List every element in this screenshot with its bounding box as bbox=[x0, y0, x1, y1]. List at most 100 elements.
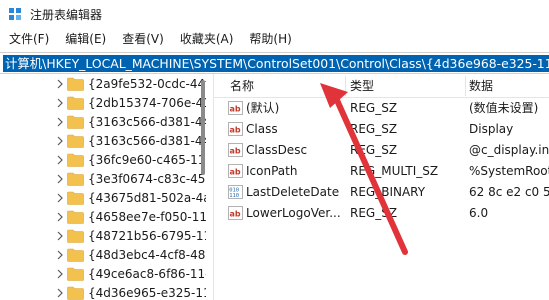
column-header-type[interactable]: 类型 bbox=[350, 78, 374, 94]
string-value-icon: ab bbox=[228, 122, 243, 136]
tree-item-label[interactable]: {3e3f0674-c83c-455 bbox=[88, 171, 206, 188]
menu-help[interactable]: 帮助(H) bbox=[242, 28, 300, 50]
tree-item[interactable]: {43675d81-502a-4a bbox=[0, 189, 206, 208]
chevron-right-icon[interactable] bbox=[55, 98, 65, 108]
string-value-icon: ab bbox=[228, 206, 243, 220]
chevron-right-icon[interactable] bbox=[55, 288, 65, 298]
list-header: 名称 类型 数据 bbox=[214, 74, 549, 98]
tree-item[interactable]: {2a9fe532-0cdc-44f bbox=[0, 75, 206, 94]
value-type: REG_SZ bbox=[350, 122, 398, 136]
chevron-right-icon[interactable] bbox=[55, 212, 65, 222]
svg-text:ab: ab bbox=[230, 147, 241, 156]
menu-favorites[interactable]: 收藏夹(A) bbox=[173, 28, 243, 50]
tree-item[interactable]: {3163c566-d381-44 bbox=[0, 132, 206, 151]
registry-editor-icon bbox=[9, 8, 21, 20]
tree-scrollbar-thumb[interactable] bbox=[201, 80, 205, 175]
value-name: ClassDesc bbox=[246, 143, 308, 157]
tree-item[interactable]: {49ce6ac8-6f86-11c bbox=[0, 265, 206, 284]
value-data: (数值未设置) bbox=[469, 101, 539, 115]
value-type: REG_MULTI_SZ bbox=[350, 164, 439, 178]
value-name: LastDeleteDate bbox=[246, 185, 340, 199]
tree-item-label[interactable]: {4d36e965-e325-11 bbox=[88, 285, 206, 300]
tree-item[interactable]: {48d3ebc4-4cf8-48 bbox=[0, 246, 206, 265]
address-bar[interactable]: 计算机\HKEY_LOCAL_MACHINE\SYSTEM\ControlSet… bbox=[0, 52, 549, 74]
folder-icon bbox=[67, 115, 84, 129]
column-header-data[interactable]: 数据 bbox=[469, 78, 493, 94]
chevron-right-icon[interactable] bbox=[55, 136, 65, 146]
key-tree[interactable]: {2a9fe532-0cdc-44f {2db15374-706e-41 {31… bbox=[0, 74, 206, 300]
value-type: REG_BINARY bbox=[350, 185, 426, 199]
svg-text:ab: ab bbox=[230, 126, 241, 135]
value-data: @c_display.inf bbox=[469, 143, 549, 157]
chevron-right-icon[interactable] bbox=[55, 193, 65, 203]
menu-bar: 文件(F) 编辑(E) 查看(V) 收藏夹(A) 帮助(H) bbox=[0, 28, 549, 50]
folder-icon bbox=[67, 229, 84, 243]
svg-text:110: 110 bbox=[229, 193, 239, 199]
chevron-right-icon[interactable] bbox=[55, 174, 65, 184]
string-value-icon: ab bbox=[228, 143, 243, 157]
binary-value-icon: 010110 bbox=[228, 185, 243, 199]
string-value-icon: ab bbox=[228, 101, 243, 115]
tree-item[interactable]: {2db15374-706e-41 bbox=[0, 94, 206, 113]
value-data: 6.0 bbox=[469, 206, 489, 220]
tree-item-label[interactable]: {48d3ebc4-4cf8-48 bbox=[88, 247, 205, 264]
chevron-right-icon[interactable] bbox=[55, 250, 65, 260]
column-divider[interactable] bbox=[465, 76, 466, 96]
window-title: 注册表编辑器 bbox=[30, 8, 103, 22]
folder-icon bbox=[67, 210, 84, 224]
chevron-right-icon[interactable] bbox=[55, 79, 65, 89]
menu-file[interactable]: 文件(F) bbox=[2, 28, 58, 50]
value-data: 62 8c e2 c0 54 bbox=[469, 185, 549, 199]
values-list[interactable]: 名称 类型 数据 ab (默认) REG_SZ (数值未设置) ab Class… bbox=[214, 74, 549, 300]
chevron-right-icon[interactable] bbox=[55, 231, 65, 241]
menu-edit[interactable]: 编辑(E) bbox=[58, 28, 115, 50]
folder-icon bbox=[67, 286, 84, 300]
tree-item-label[interactable]: {4658ee7e-f050-11c bbox=[88, 209, 206, 226]
value-row[interactable]: 010 110 LastDeleteDate REG_BINARY 62 8c e… bbox=[214, 182, 549, 202]
tree-item[interactable]: {3163c566-d381-44 bbox=[0, 113, 206, 132]
tree-item[interactable]: {4658ee7e-f050-11c bbox=[0, 208, 206, 227]
tree-item-label[interactable]: {48721b56-6795-11 bbox=[88, 228, 206, 245]
column-divider[interactable] bbox=[345, 76, 346, 96]
value-name: IconPath bbox=[246, 164, 298, 178]
tree-item[interactable]: {4d36e965-e325-11 bbox=[0, 284, 206, 300]
tree-item-label[interactable]: {49ce6ac8-6f86-11c bbox=[88, 266, 206, 283]
value-row[interactable]: ab (默认) REG_SZ (数值未设置) bbox=[214, 98, 549, 118]
column-header-name[interactable]: 名称 bbox=[230, 78, 254, 94]
value-name: LowerLogoVer... bbox=[246, 206, 341, 220]
value-row[interactable]: ab ClassDesc REG_SZ @c_display.inf bbox=[214, 140, 549, 160]
tree-item-label[interactable]: {3163c566-d381-44 bbox=[88, 114, 206, 131]
tree-item-label[interactable]: {2db15374-706e-41 bbox=[88, 95, 206, 112]
value-name: Class bbox=[246, 122, 278, 136]
folder-icon bbox=[67, 191, 84, 205]
chevron-right-icon[interactable] bbox=[55, 117, 65, 127]
folder-icon bbox=[67, 77, 84, 91]
svg-text:ab: ab bbox=[230, 105, 241, 114]
title-bar: 注册表编辑器 bbox=[0, 0, 549, 28]
value-type: REG_SZ bbox=[350, 101, 398, 115]
menu-view[interactable]: 查看(V) bbox=[115, 28, 173, 50]
chevron-right-icon[interactable] bbox=[55, 155, 65, 165]
tree-item-label[interactable]: {43675d81-502a-4a bbox=[88, 190, 206, 207]
value-type: REG_SZ bbox=[350, 143, 398, 157]
tree-item-label[interactable]: {36fc9e60-c465-11c bbox=[88, 152, 206, 169]
svg-text:ab: ab bbox=[230, 168, 241, 177]
value-row[interactable]: ab Class REG_SZ Display bbox=[214, 119, 549, 139]
value-name: (默认) bbox=[246, 101, 280, 115]
tree-item[interactable]: {3e3f0674-c83c-455 bbox=[0, 170, 206, 189]
string-value-icon: ab bbox=[228, 164, 243, 178]
folder-icon bbox=[67, 96, 84, 110]
svg-text:ab: ab bbox=[230, 210, 241, 219]
tree-item[interactable]: {48721b56-6795-11 bbox=[0, 227, 206, 246]
address-path[interactable]: 计算机\HKEY_LOCAL_MACHINE\SYSTEM\ControlSet… bbox=[3, 55, 549, 72]
value-row[interactable]: ab IconPath REG_MULTI_SZ %SystemRoot bbox=[214, 161, 549, 181]
value-data: %SystemRoot bbox=[469, 164, 549, 178]
folder-icon bbox=[67, 267, 84, 281]
tree-item[interactable]: {36fc9e60-c465-11c bbox=[0, 151, 206, 170]
chevron-right-icon[interactable] bbox=[55, 269, 65, 279]
folder-icon bbox=[67, 172, 84, 186]
value-row[interactable]: ab LowerLogoVer... REG_SZ 6.0 bbox=[214, 203, 549, 223]
value-data: Display bbox=[469, 122, 514, 136]
tree-item-label[interactable]: {3163c566-d381-44 bbox=[88, 133, 206, 150]
tree-item-label[interactable]: {2a9fe532-0cdc-44f bbox=[88, 76, 206, 93]
